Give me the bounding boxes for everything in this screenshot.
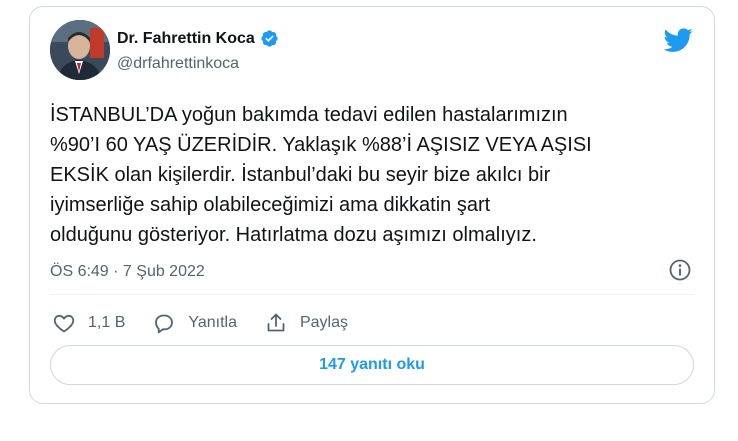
tweet-timestamp[interactable]: ÖS 6:49 · 7 Şub 2022	[50, 263, 205, 281]
tweet-card: Dr. Fahrettin Koca @drfahrettinkoca İSTA…	[29, 6, 715, 404]
like-button[interactable]: 1,1 B	[52, 311, 125, 335]
author-handle[interactable]: @drfahrettinkoca	[117, 55, 239, 73]
share-label: Paylaş	[299, 314, 349, 331]
reply-button[interactable]: Yanıtla	[152, 311, 237, 335]
heart-icon	[53, 314, 75, 333]
tweet-text: İSTANBUL’DA yoğun bakımda tedavi edilen …	[50, 104, 592, 246]
like-count: 1,1 B	[88, 314, 126, 331]
verified-badge-icon	[260, 29, 279, 48]
avatar[interactable]	[50, 20, 110, 80]
speech-bubble-icon	[155, 314, 174, 334]
read-replies-button[interactable]: 147 yanıtı oku	[50, 345, 694, 385]
reply-label: Yanıtla	[188, 314, 237, 331]
twitter-bird-icon[interactable]	[663, 25, 693, 55]
author-name-row[interactable]: Dr. Fahrettin Koca	[117, 29, 279, 48]
tweet-actions: 1,1 B Yanıtla Paylaş	[52, 310, 375, 336]
divider	[50, 294, 694, 295]
share-button[interactable]: Paylaş	[264, 311, 348, 335]
share-upload-icon	[267, 313, 285, 332]
author-display-name[interactable]: Dr. Fahrettin Koca	[117, 30, 255, 48]
info-icon[interactable]	[668, 258, 692, 282]
avatar-image	[50, 20, 110, 80]
